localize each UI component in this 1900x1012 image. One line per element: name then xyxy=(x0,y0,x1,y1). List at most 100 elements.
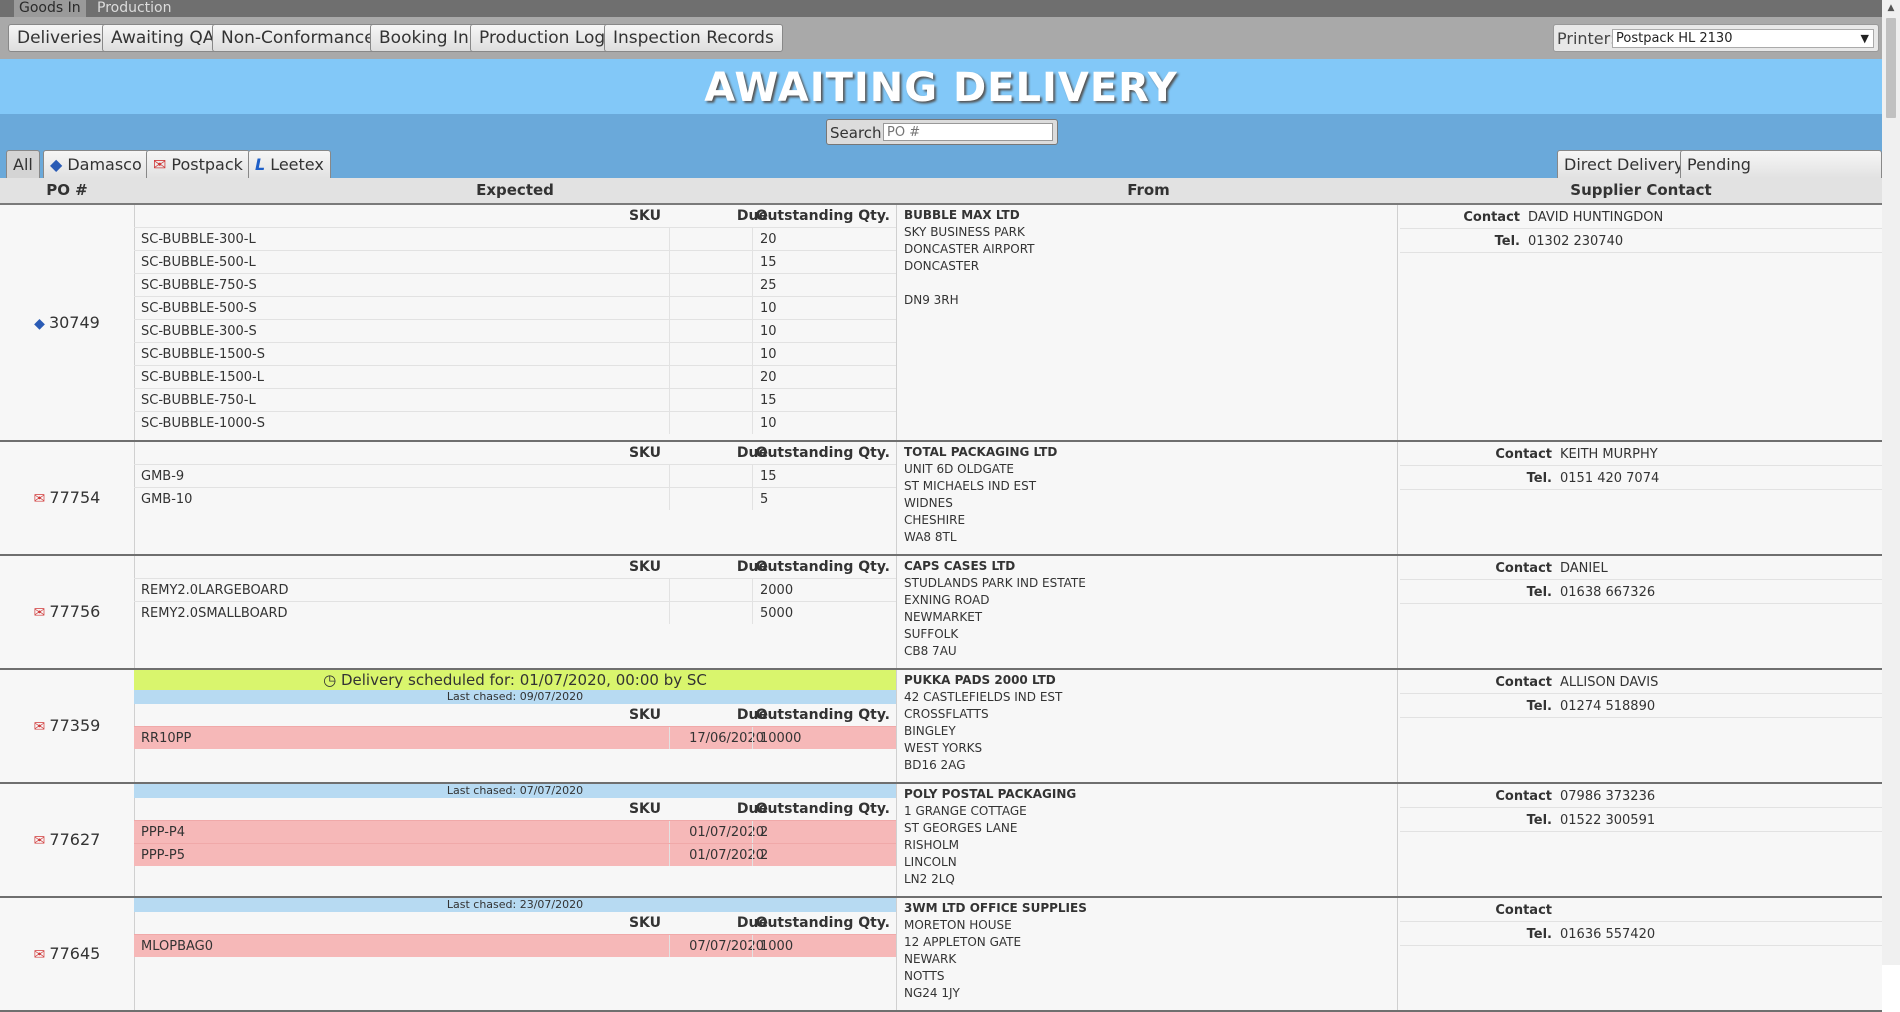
contact-tel-row: Tel. 01522 300591 xyxy=(1400,808,1882,832)
scroll-up-arrow-icon[interactable]: ▲ xyxy=(1882,0,1900,17)
contact-tel-value: 01522 300591 xyxy=(1560,813,1656,828)
item-qty-cell: 10 xyxy=(752,343,777,365)
address-line xyxy=(897,275,1397,292)
sku-header: SKU xyxy=(628,559,661,575)
scroll-thumb[interactable] xyxy=(1886,18,1896,118)
top-tab-bar: Goods In Production xyxy=(0,0,1900,17)
order-row[interactable]: ◆ 30749 SKU Due Outstanding Qty. SC-BUBBLE-30… xyxy=(0,205,1882,442)
postpack-icon: ✉ xyxy=(33,491,46,507)
po-number[interactable]: 77645 xyxy=(49,944,100,963)
filter-tab-damasco-label: Damasco xyxy=(67,155,142,174)
expected-cell: Last chased: 23/07/2020 SKU Due Outstanding… xyxy=(134,898,897,1010)
po-number[interactable]: 30749 xyxy=(49,313,100,332)
supplier-contact-cell: Contact DANIEL Tel. 01638 667326 xyxy=(1400,556,1882,604)
contact-tel-label: Tel. xyxy=(1526,699,1552,714)
contact-tel-label: Tel. xyxy=(1526,585,1552,600)
po-number[interactable]: 77359 xyxy=(49,716,100,735)
printer-select[interactable]: Postpack HL 2130 ▼ xyxy=(1612,29,1874,48)
vertical-scrollbar[interactable]: ▲ xyxy=(1882,0,1900,965)
top-tab-goods-in[interactable]: Goods In xyxy=(14,0,86,17)
item-sku: SC-BUBBLE-750-S xyxy=(141,278,257,293)
filter-tab-all[interactable]: All xyxy=(6,150,40,178)
item-qty: 5000 xyxy=(760,606,794,621)
item-qty: 10 xyxy=(760,301,777,316)
delivery-scheduled-banner: ◷ Delivery scheduled for: 01/07/2020, 00… xyxy=(134,670,896,690)
from-address-cell: TOTAL PACKAGING LTD UNIT 6D OLDGATE ST MIC… xyxy=(897,442,1398,554)
supplier-contact-cell: Contact ALLISON DAVIS Tel. 01274 518890 xyxy=(1400,670,1882,718)
address-line: UNIT 6D OLDGATE xyxy=(904,462,1014,476)
nav-production-log-button[interactable]: Production Log xyxy=(470,24,615,52)
address-line: CROSSFLATTS xyxy=(904,707,989,721)
nav-inspection-records-button[interactable]: Inspection Records xyxy=(604,24,783,52)
nav-non-conformance-button[interactable]: Non-Conformance xyxy=(212,24,384,52)
po-number[interactable]: 77627 xyxy=(49,830,100,849)
item-sku: SC-BUBBLE-500-S xyxy=(141,301,257,316)
table-header: PO # Expected From Supplier Contact xyxy=(0,178,1882,205)
order-row[interactable]: ✉ 77756 SKU Due Outstanding Qty. REMY2.0LARGE… xyxy=(0,556,1882,670)
po-number[interactable]: 77754 xyxy=(49,488,100,507)
search-input[interactable] xyxy=(883,123,1053,141)
address-line: LN2 2LQ xyxy=(904,872,955,886)
nav-booking-in-button[interactable]: Booking In xyxy=(370,24,478,52)
filter-tab-damasco[interactable]: ◆ Damasco xyxy=(43,150,149,178)
printer-label: Printer: xyxy=(1557,29,1616,48)
supplier-contact-cell: Contact KEITH MURPHY Tel. 0151 420 7074 xyxy=(1400,442,1882,490)
item-header-row: SKU Due Outstanding Qty. xyxy=(134,704,896,726)
outstanding-qty-header: Outstanding Qty. xyxy=(755,801,890,817)
address-line: LINCOLN xyxy=(904,855,957,869)
sku-header: SKU xyxy=(628,801,661,817)
item-qty: 2 xyxy=(760,825,769,840)
item-header-row: SKU Due Outstanding Qty. xyxy=(134,205,896,227)
order-row[interactable]: ✉ 77359 ◷ Delivery scheduled for: 01/07/20… xyxy=(0,670,1882,784)
contact-name-value: ALLISON DAVIS xyxy=(1560,675,1659,690)
address-line: DONCASTER AIRPORT xyxy=(904,242,1035,256)
line-item: GMB-10 5 xyxy=(134,487,896,510)
search-label: Search: xyxy=(830,124,887,142)
item-sku: SC-BUBBLE-1000-S xyxy=(141,416,266,431)
supplier-name: BUBBLE MAX LTD xyxy=(904,208,1020,222)
address-line: WA8 8TL xyxy=(904,530,957,544)
contact-tel-label: Tel. xyxy=(1526,813,1552,828)
item-qty: 2 xyxy=(760,848,769,863)
contact-name-row: Contact DANIEL xyxy=(1400,556,1882,580)
printer-control: Printer: Postpack HL 2130 ▼ xyxy=(1553,24,1879,52)
order-row[interactable]: ✉ 77645 Last chased: 23/07/2020 SKU Due Outst… xyxy=(0,898,1882,1012)
line-item: SC-BUBBLE-1500-L 20 xyxy=(134,365,896,388)
pending-acknowledgement-button[interactable]: Pending Acknowledgement xyxy=(1680,150,1882,201)
filter-tab-postpack[interactable]: ✉ Postpack xyxy=(146,150,250,178)
contact-tel-value: 01638 667326 xyxy=(1560,585,1656,600)
delivery-scheduled-text: Delivery scheduled for: 01/07/2020, 00:0… xyxy=(340,671,707,689)
po-cell: ◆ 30749 xyxy=(0,205,135,440)
item-sku: PPP-P4 xyxy=(141,825,186,840)
supplier-name: CAPS CASES LTD xyxy=(904,559,1016,573)
column-header-supplier-contact: Supplier Contact xyxy=(1570,181,1712,199)
nav-deliveries-button[interactable]: Deliveries xyxy=(8,24,111,52)
sku-header: SKU xyxy=(628,707,661,723)
line-item: SC-BUBBLE-1000-S 10 xyxy=(134,411,896,434)
supplier-contact-cell: Contact 07986 373236 Tel. 01522 300591 xyxy=(1400,784,1882,832)
line-item: SC-BUBBLE-300-L 20 xyxy=(134,227,896,250)
contact-tel-label: Tel. xyxy=(1526,471,1552,486)
filter-tab-leetex[interactable]: L Leetex xyxy=(248,150,331,178)
postpack-icon: ✉ xyxy=(33,605,46,621)
address-line: CHESHIRE xyxy=(904,513,966,527)
contact-name-value: DANIEL xyxy=(1560,561,1608,576)
order-row[interactable]: ✉ 77627 Last chased: 07/07/2020 SKU Due Outst… xyxy=(0,784,1882,898)
line-item: SC-BUBBLE-750-L 15 xyxy=(134,388,896,411)
page-title: AWAITING DELIVERY xyxy=(704,65,1178,111)
address-line: STUDLANDS PARK IND ESTATE xyxy=(904,576,1086,590)
contact-name-label: Contact xyxy=(1495,447,1552,462)
from-address-cell: 3WM LTD OFFICE SUPPLIES MORETON HOUSE 12 A… xyxy=(897,898,1398,1010)
top-tab-production[interactable]: Production xyxy=(92,0,176,17)
order-row[interactable]: ✉ 77754 SKU Due Outstanding Qty. GMB-9 15 GMB-1… xyxy=(0,442,1882,556)
supplier-name: POLY POSTAL PACKAGING xyxy=(904,787,1077,801)
nav-awaiting-qa-button[interactable]: Awaiting QA xyxy=(102,24,224,52)
from-address-cell: CAPS CASES LTD STUDLANDS PARK IND ESTATE E… xyxy=(897,556,1398,668)
address-line: WIDNES xyxy=(904,496,953,510)
item-qty: 5 xyxy=(760,492,769,507)
direct-delivery-button[interactable]: Direct Delivery xyxy=(1557,150,1691,178)
address-line: 12 APPLETON GATE xyxy=(904,935,1022,949)
po-number[interactable]: 77756 xyxy=(49,602,100,621)
item-qty: 15 xyxy=(760,469,777,484)
item-qty: 10 xyxy=(760,416,777,431)
